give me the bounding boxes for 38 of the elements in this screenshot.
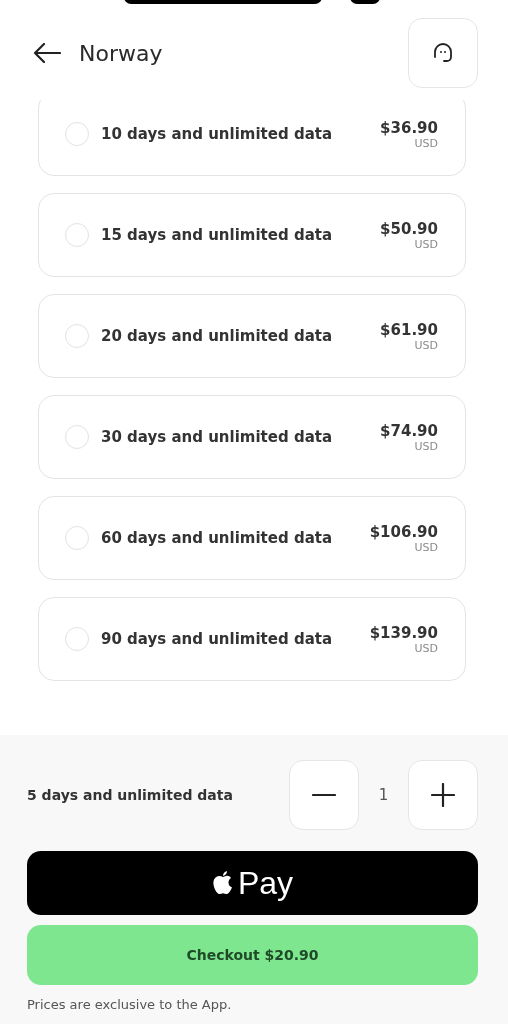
plan-name: 20 days and unlimited data bbox=[101, 327, 334, 345]
plan-price: $61.90 bbox=[380, 320, 438, 339]
plan-name: 60 days and unlimited data bbox=[101, 529, 334, 547]
plan-name: 10 days and unlimited data bbox=[101, 125, 334, 143]
selected-plan-label: 5 days and unlimited data bbox=[27, 787, 234, 803]
back-arrow-icon[interactable] bbox=[33, 43, 61, 63]
increase-button[interactable] bbox=[408, 760, 478, 830]
plan-option[interactable]: 10 days and unlimited data $36.90 USD bbox=[38, 100, 466, 176]
plan-price: $74.90 bbox=[380, 421, 438, 440]
currency-label: USD bbox=[414, 641, 438, 655]
headset-icon bbox=[431, 41, 455, 65]
plan-price: $36.90 bbox=[380, 118, 438, 137]
plus-icon bbox=[431, 783, 455, 807]
decrease-button[interactable] bbox=[289, 760, 359, 830]
currency-label: USD bbox=[414, 439, 438, 453]
page-title: Norway bbox=[79, 40, 164, 66]
plan-option[interactable]: 20 days and unlimited data $61.90 USD bbox=[38, 294, 466, 378]
plan-name: 90 days and unlimited data bbox=[101, 630, 334, 648]
plan-name: 15 days and unlimited data bbox=[101, 226, 334, 244]
checkout-button[interactable]: Checkout $20.90 bbox=[27, 925, 478, 985]
currency-label: USD bbox=[414, 540, 438, 554]
plan-price: $50.90 bbox=[380, 219, 438, 238]
currency-label: USD bbox=[414, 136, 438, 150]
plan-name: 30 days and unlimited data bbox=[101, 428, 334, 446]
apple-icon bbox=[211, 870, 234, 896]
plan-option[interactable]: 15 days and unlimited data $50.90 USD bbox=[38, 193, 466, 277]
currency-label: USD bbox=[414, 338, 438, 352]
apple-pay-button[interactable]: Pay bbox=[27, 851, 478, 915]
minus-icon bbox=[312, 793, 336, 797]
support-button[interactable] bbox=[408, 18, 478, 88]
plan-price: $139.90 bbox=[369, 623, 438, 642]
plan-option[interactable]: 90 days and unlimited data $139.90 USD bbox=[38, 597, 466, 681]
plan-option[interactable]: 60 days and unlimited data $106.90 USD bbox=[38, 496, 466, 580]
plan-price: $106.90 bbox=[369, 522, 438, 541]
currency-label: USD bbox=[414, 237, 438, 251]
plan-option[interactable]: 30 days and unlimited data $74.90 USD bbox=[38, 395, 466, 479]
quantity-value: 1 bbox=[377, 786, 390, 804]
price-note: Prices are exclusive to the App. bbox=[27, 997, 233, 1012]
